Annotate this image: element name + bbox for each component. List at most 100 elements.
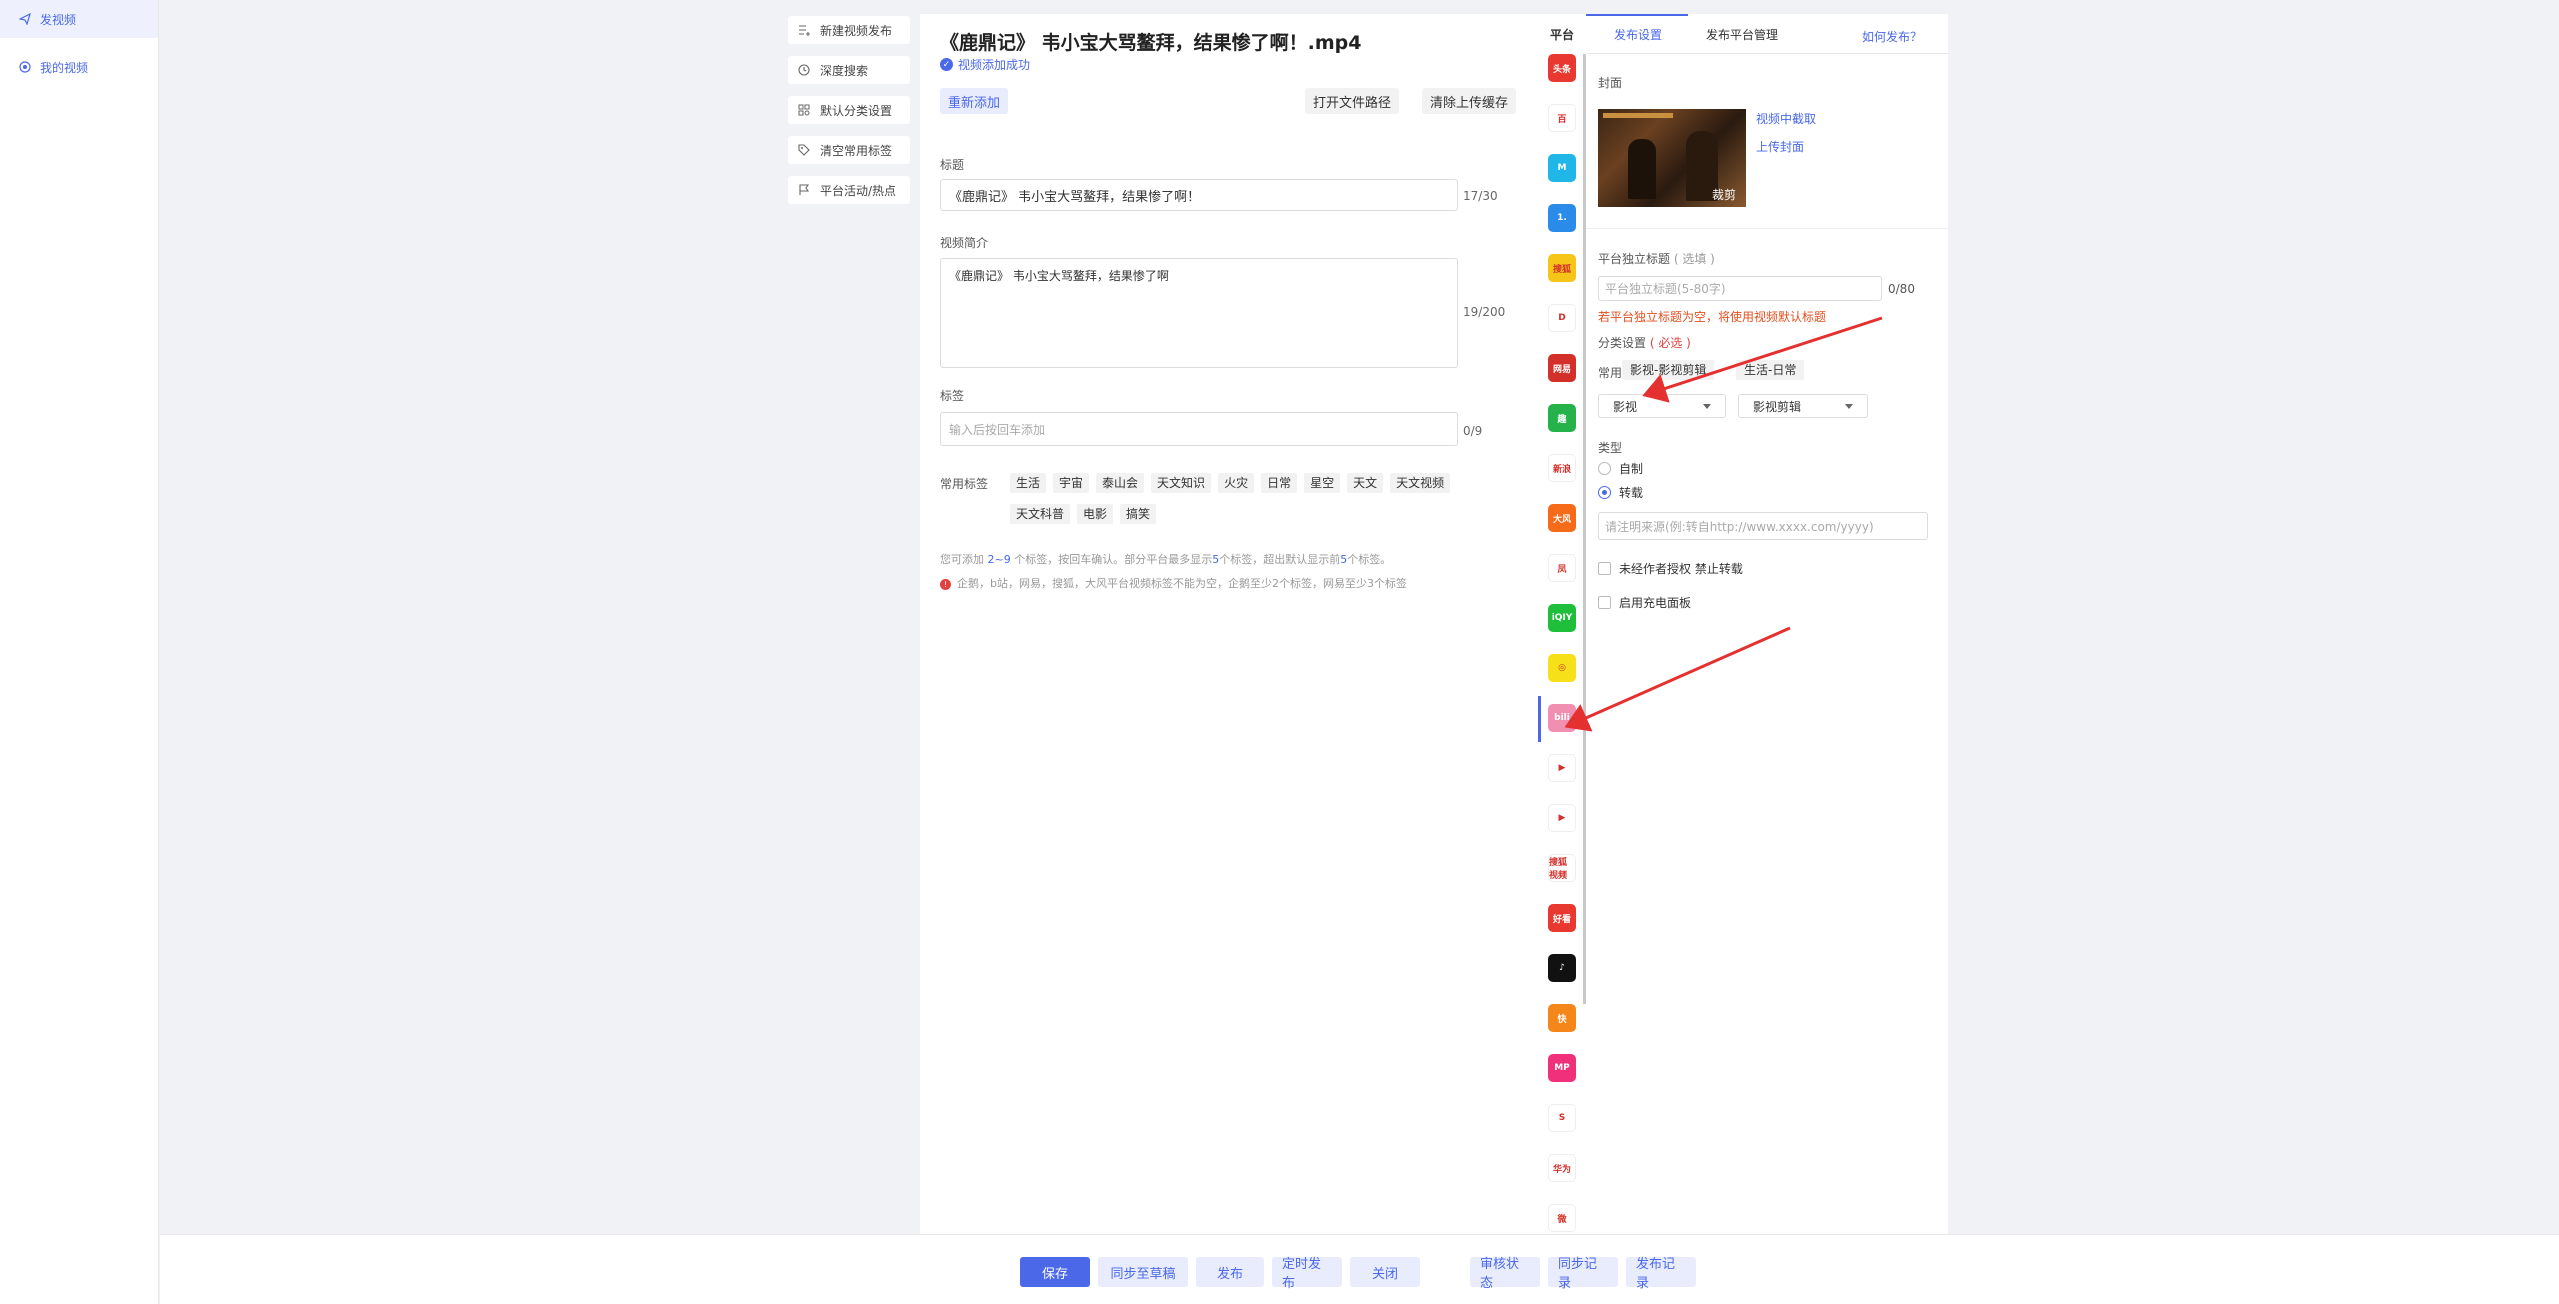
publish-record-button[interactable]: 发布记录: [1626, 1257, 1696, 1291]
charge-panel-checkbox[interactable]: 启用充电面板: [1598, 594, 1691, 611]
select-value: 影视: [1613, 399, 1638, 414]
source-input[interactable]: 请注明来源(例:转自http://www.xxxx.com/yyyy): [1598, 512, 1928, 540]
hint-text: 您可添加: [940, 553, 988, 566]
common-category-label: 常用: [1598, 366, 1623, 380]
common-tags-label: 常用标签: [940, 476, 989, 491]
tool-label: 平台活动/热点: [820, 183, 897, 198]
tool-label: 深度搜索: [820, 63, 869, 78]
common-category-chip[interactable]: 影视-影视剪辑: [1622, 360, 1715, 380]
toutiao-icon[interactable]: 头条: [1548, 54, 1576, 82]
tab-publish-settings[interactable]: 发布设置: [1614, 26, 1662, 43]
how-to-publish-link[interactable]: 如何发布？: [1862, 28, 1922, 45]
bilibili-icon[interactable]: bili: [1538, 696, 1576, 742]
description-textarea[interactable]: 《鹿鼎记》 韦小宝大骂鳌拜，结果惨了啊: [940, 258, 1458, 368]
success-text: 视频添加成功: [958, 58, 1031, 72]
common-tag-chip[interactable]: 天文科普: [1010, 504, 1071, 524]
common-tag-chip[interactable]: 电影: [1077, 504, 1114, 524]
common-tag-chip[interactable]: 天文视频: [1390, 473, 1451, 493]
title-input[interactable]: 《鹿鼎记》 韦小宝大骂鳌拜，结果惨了啊！: [940, 179, 1458, 211]
exclamation-icon: !: [940, 579, 951, 590]
checkbox-box: [1598, 562, 1611, 575]
tools-column: 新建视频发布 深度搜索 默认分类设置 清空常用标签 平台活动/热点: [788, 16, 910, 216]
crop-button[interactable]: 裁剪: [1712, 186, 1736, 203]
category-label: 分类设置 ( 必选 ): [1598, 334, 1691, 351]
play-store-icon[interactable]: ▶: [1548, 754, 1576, 782]
schedule-publish-button[interactable]: 定时发布: [1272, 1257, 1342, 1291]
meipai-icon[interactable]: MP: [1548, 1054, 1576, 1082]
select-value: 影视剪辑: [1753, 399, 1802, 414]
tags-label: 标签: [940, 389, 965, 403]
kuaishou-icon[interactable]: 快: [1548, 1004, 1576, 1032]
sohu-icon[interactable]: 搜狐: [1548, 254, 1576, 282]
sync-record-button[interactable]: 同步记录: [1548, 1257, 1618, 1291]
readd-button[interactable]: 重新添加: [940, 88, 1009, 114]
qutoutiao-icon[interactable]: 趣: [1548, 404, 1576, 432]
cover-figure: [1628, 139, 1656, 199]
open-file-path-button[interactable]: 打开文件路径: [1305, 88, 1400, 114]
weibo-oval-icon[interactable]: D: [1548, 304, 1576, 332]
common-tag-chip[interactable]: 搞笑: [1120, 504, 1157, 524]
new-video-publish-button[interactable]: 新建视频发布: [788, 16, 910, 44]
haokan-icon[interactable]: 好看: [1548, 904, 1576, 932]
tags-input[interactable]: 输入后按回车添加: [940, 412, 1458, 446]
netease-icon[interactable]: 网易: [1548, 354, 1576, 382]
common-tag-chip[interactable]: 天文: [1347, 473, 1384, 493]
common-tag-chip[interactable]: 宇宙: [1053, 473, 1090, 493]
yidian-icon[interactable]: 1.: [1548, 204, 1576, 232]
sidebar-item-label: 我的视频: [40, 60, 89, 75]
youku-icon[interactable]: ▶: [1548, 804, 1576, 832]
dafeng-icon[interactable]: 大风: [1548, 504, 1576, 532]
upload-cover-link[interactable]: 上传封面: [1756, 138, 1804, 155]
clear-tags-button[interactable]: 清空常用标签: [788, 136, 910, 164]
common-tag-chip[interactable]: 日常: [1261, 473, 1298, 493]
iqiyi-icon[interactable]: iQIY: [1548, 604, 1576, 632]
capture-from-video-link[interactable]: 视频中截取: [1756, 110, 1816, 127]
close-button[interactable]: 关闭: [1350, 1257, 1420, 1287]
dayu-icon[interactable]: M: [1548, 154, 1576, 182]
common-tags-row-2: 天文科普 电影 搞笑: [1010, 504, 1163, 524]
ifeng-icon[interactable]: 凤: [1548, 554, 1576, 582]
common-tags-row: 常用标签 生活 宇宙 泰山会 天文知识 火灾 日常 星空 天文 天文视频: [940, 473, 1457, 493]
eye-icon[interactable]: ◎: [1548, 654, 1576, 682]
list-plus-icon: [798, 24, 812, 36]
type-original-radio[interactable]: 自制: [1598, 460, 1643, 477]
settings-tabs: 发布设置 发布平台管理 如何发布？: [1586, 14, 1948, 54]
common-tag-chip[interactable]: 天文知识: [1151, 473, 1212, 493]
video-file-title: 《鹿鼎记》 韦小宝大骂鳌拜，结果惨了啊！.mp4: [940, 32, 1362, 54]
common-tag-chip[interactable]: 生活: [1010, 473, 1047, 493]
xinlang-icon[interactable]: 新浪: [1548, 454, 1576, 482]
label-text: 平台独立标题: [1598, 252, 1671, 266]
cover-image[interactable]: 裁剪: [1598, 109, 1746, 207]
douyin-icon[interactable]: ♪: [1548, 954, 1576, 982]
no-repost-checkbox[interactable]: 未经作者授权 禁止转载: [1598, 560, 1743, 577]
review-status-button[interactable]: 审核状态: [1470, 1257, 1540, 1291]
active-tab-indicator: [1586, 14, 1688, 16]
sohu-video-icon[interactable]: 搜狐视频: [1548, 854, 1576, 882]
required-text: ( 必选 ): [1649, 336, 1691, 350]
baijia-icon[interactable]: 百: [1548, 104, 1576, 132]
default-category-button[interactable]: 默认分类设置: [788, 96, 910, 124]
sina-s-icon[interactable]: S: [1548, 1104, 1576, 1132]
tab-platform-management[interactable]: 发布平台管理: [1706, 26, 1778, 43]
huawei-icon[interactable]: 华为: [1548, 1154, 1576, 1182]
deep-search-button[interactable]: 深度搜索: [788, 56, 910, 84]
sidebar-item-post-video[interactable]: 发视频: [0, 0, 158, 38]
common-tag-chip[interactable]: 星空: [1304, 473, 1341, 493]
common-tag-chip[interactable]: 火灾: [1218, 473, 1255, 493]
category-select-primary[interactable]: 影视: [1598, 394, 1726, 418]
weibo-icon[interactable]: 微: [1548, 1204, 1576, 1232]
left-sidebar: 发视频 我的视频: [0, 0, 159, 1304]
sync-draft-button[interactable]: 同步至草稿: [1098, 1257, 1188, 1287]
common-category-chip[interactable]: 生活-日常: [1736, 360, 1805, 380]
upload-success-status: ✓ 视频添加成功: [940, 56, 1030, 73]
type-repost-radio[interactable]: 转载: [1598, 484, 1643, 501]
save-button[interactable]: 保存: [1020, 1257, 1090, 1287]
warning-text: 企鹅，b站，网易，搜狐，大风平台视频标签不能为空，企鹅至少2个标签，网易至少3个…: [957, 577, 1407, 590]
publish-button[interactable]: 发布: [1196, 1257, 1264, 1287]
platform-events-button[interactable]: 平台活动/热点: [788, 176, 910, 204]
standalone-title-input[interactable]: 平台独立标题(5-80字): [1598, 276, 1882, 301]
clear-upload-cache-button[interactable]: 清除上传缓存: [1422, 88, 1517, 114]
category-select-secondary[interactable]: 影视剪辑: [1738, 394, 1868, 418]
common-tag-chip[interactable]: 泰山会: [1096, 473, 1145, 493]
sidebar-item-my-videos[interactable]: 我的视频: [0, 48, 158, 86]
